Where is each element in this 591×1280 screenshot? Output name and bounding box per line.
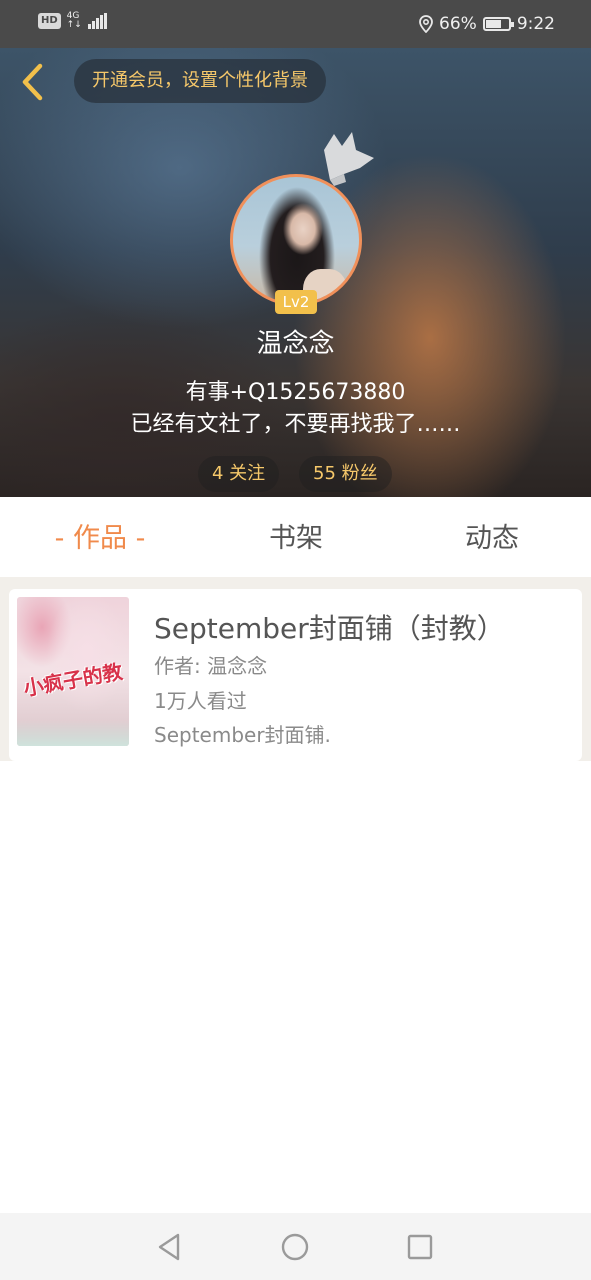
- book-cover: 小疯子的教: [17, 597, 129, 746]
- nav-back-button[interactable]: [151, 1229, 187, 1265]
- cover-decoration: [17, 720, 129, 746]
- fans-count-button[interactable]: 55 粉丝: [299, 456, 392, 492]
- status-left: HD 4G ↑↓: [38, 12, 107, 30]
- status-bar: HD 4G ↑↓ 66% 9:22: [0, 0, 591, 48]
- battery-percent: 66%: [439, 14, 477, 34]
- avatar[interactable]: [230, 174, 362, 306]
- book-views: 1万人看过: [154, 689, 247, 713]
- bio-line-1: 有事+Q1525673880: [185, 380, 406, 405]
- battery-icon: [482, 17, 514, 31]
- chevron-left-icon: [22, 63, 43, 101]
- book-description: September封面铺.: [154, 723, 331, 747]
- clock: 9:22: [516, 14, 555, 34]
- triangle-back-icon: [158, 1233, 180, 1261]
- book-author: 作者: 温念念: [154, 654, 268, 678]
- signal-icon: [87, 13, 107, 29]
- circle-home-icon: [281, 1233, 309, 1261]
- tab-activity[interactable]: 动态: [422, 497, 562, 577]
- following-count-button[interactable]: 4 关注: [198, 456, 280, 492]
- list-item[interactable]: 小疯子的教 September封面铺（封教） 作者: 温念念 1万人看过 Sep…: [9, 589, 582, 761]
- hd-badge: HD: [38, 13, 61, 29]
- level-badge: Lv2: [275, 290, 317, 314]
- cover-title-art: 小疯子的教: [21, 659, 125, 701]
- nav-home-button[interactable]: [277, 1229, 313, 1265]
- tab-works[interactable]: - 作品 -: [30, 497, 170, 577]
- status-right: 66% 9:22: [419, 12, 555, 36]
- bio-line-2: 已经有文社了，不要再找我了……: [130, 412, 461, 437]
- network-type: 4G ↑↓: [67, 12, 82, 30]
- square-recent-icon: [407, 1234, 433, 1260]
- profile-tabs: - 作品 - 书架 动态: [0, 497, 591, 577]
- tab-bookshelf[interactable]: 书架: [226, 497, 366, 577]
- nav-recent-button[interactable]: [402, 1229, 438, 1265]
- back-button[interactable]: [14, 62, 50, 102]
- profile-header: 开通会员，设置个性化背景 Lv2 温念念 有事+Q1525673880 已经有文…: [0, 48, 591, 497]
- system-nav-bar: [0, 1213, 591, 1280]
- network-arrows: ↑↓: [66, 20, 82, 30]
- book-title: September封面铺（封教）: [154, 612, 505, 645]
- nickname: 温念念: [256, 329, 335, 359]
- vip-background-button[interactable]: 开通会员，设置个性化背景: [74, 59, 326, 103]
- location-icon: [419, 15, 433, 33]
